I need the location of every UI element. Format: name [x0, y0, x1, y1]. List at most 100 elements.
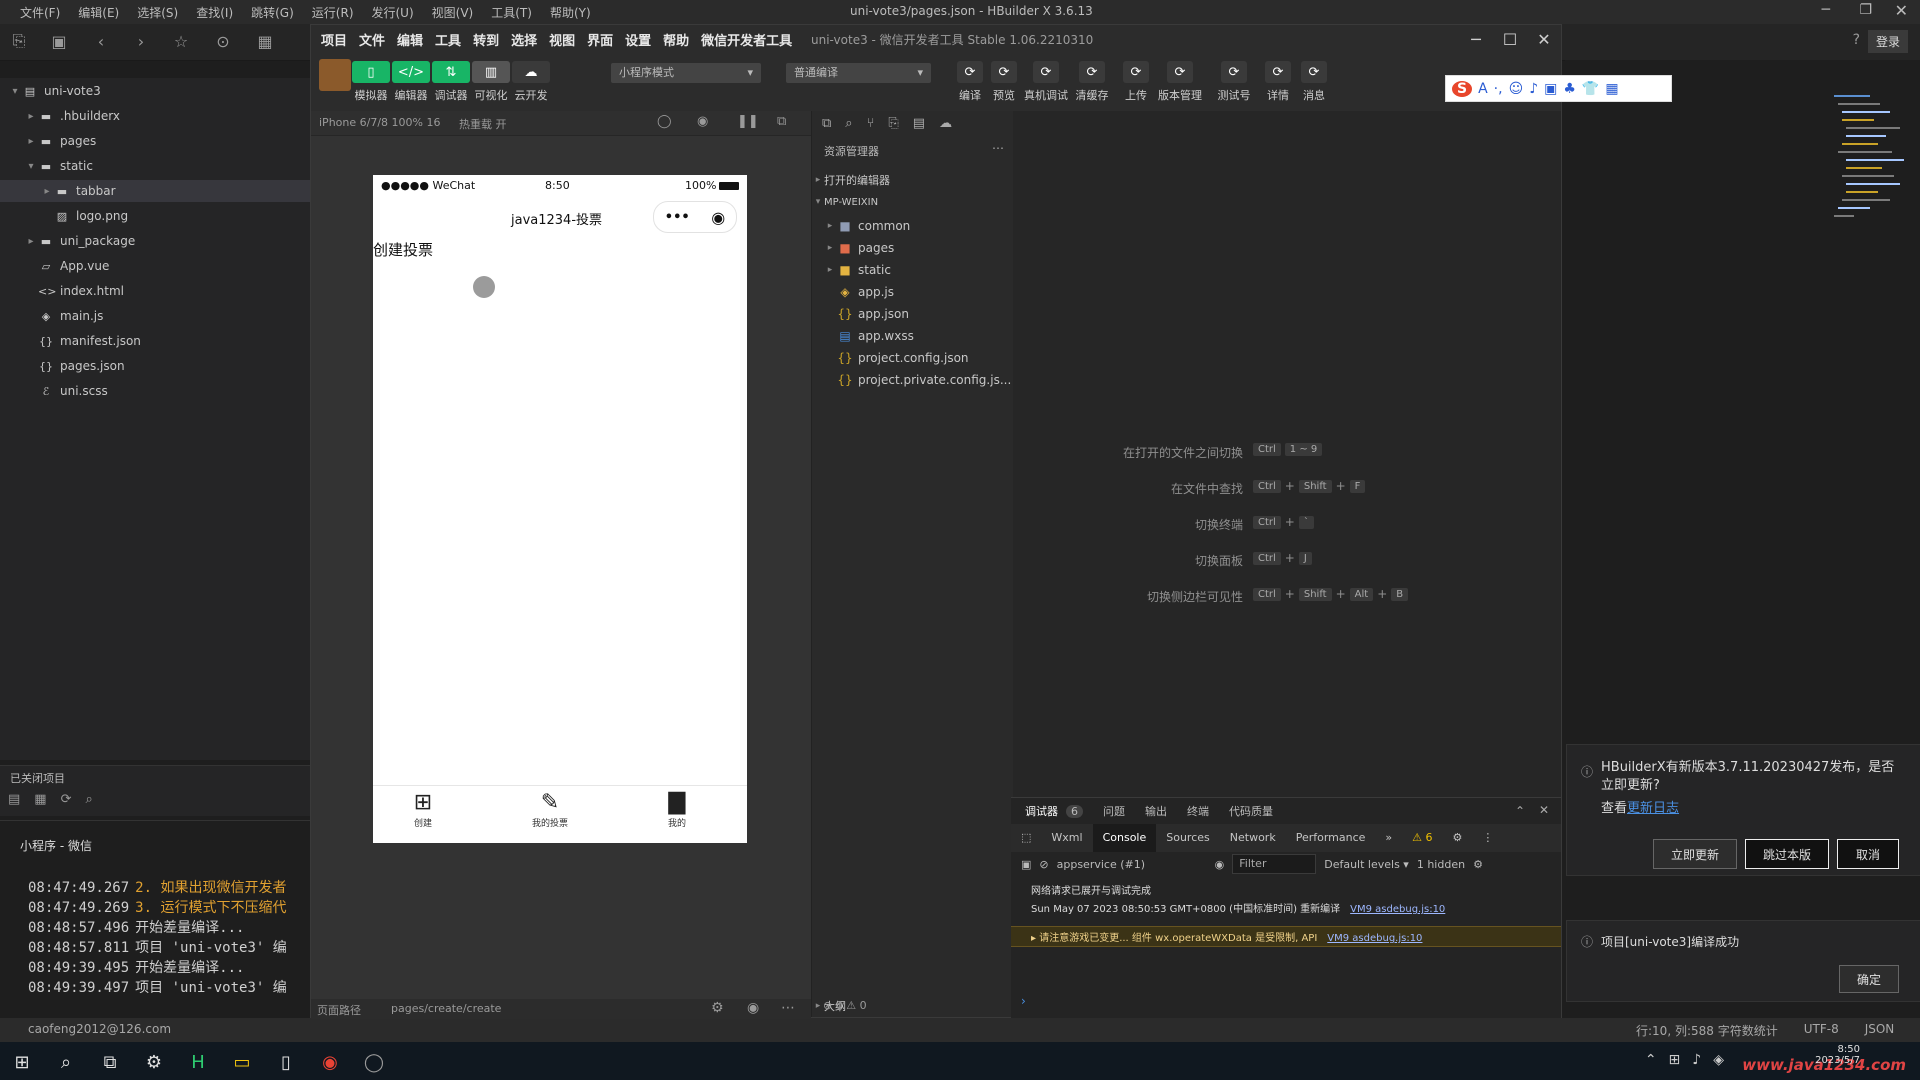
settings-icon[interactable]: ⚙	[1443, 824, 1473, 852]
update-now-button[interactable]: 立即更新	[1653, 839, 1737, 869]
chrome-icon[interactable]: ◉	[316, 1048, 344, 1076]
toolbar-action[interactable]: ⟳ 清缓存	[1069, 61, 1115, 103]
tree-item[interactable]: ▸ ▬ .hbuilderx	[0, 105, 310, 127]
toolbar-button-1[interactable]: </> 编辑器	[391, 61, 431, 103]
more-icon[interactable]: ⋯	[992, 141, 1004, 155]
run-icon[interactable]: ⊙	[212, 30, 234, 52]
ok-button[interactable]: 确定	[1839, 965, 1899, 993]
ime-icon[interactable]: ▣	[1544, 81, 1557, 97]
menu-item[interactable]: 发行(U)	[372, 4, 414, 21]
toolbar-action[interactable]: ⟳ 消息	[1291, 61, 1337, 103]
ime-icon[interactable]: 👕	[1582, 81, 1599, 97]
ime-icon[interactable]: A	[1478, 81, 1488, 97]
preview-icon[interactable]: ▦	[254, 30, 276, 52]
toolbar-action[interactable]: ⟳ 版本管理	[1157, 61, 1203, 103]
help-icon[interactable]: ?	[1853, 32, 1860, 48]
compile-select[interactable]: 普通编译 ▾	[786, 63, 931, 83]
eye-icon[interactable]: ◉	[1215, 858, 1225, 871]
clear-icon[interactable]: ⊘	[1039, 858, 1048, 871]
file-item[interactable]: ◈ app.js	[812, 281, 1014, 303]
menu-item[interactable]: 编辑	[397, 30, 423, 49]
debugger-tab[interactable]: 终端	[1187, 803, 1209, 819]
search-icon[interactable]: ⌕	[86, 792, 93, 807]
more-icon[interactable]: •••	[665, 210, 690, 225]
tree-item[interactable]: ▸ ▬ tabbar	[0, 180, 310, 202]
filter-input[interactable]: Filter	[1232, 854, 1317, 874]
tree-item[interactable]: <> index.html	[0, 280, 310, 302]
console-prompt[interactable]: ›	[1021, 994, 1026, 1008]
menu-item[interactable]: 微信开发者工具	[701, 30, 792, 49]
page-path[interactable]: pages/create/create	[391, 1002, 501, 1015]
menu-item[interactable]: 视图	[549, 30, 575, 49]
devtools-tab[interactable]: Console	[1092, 824, 1157, 852]
more-icon[interactable]: ⋮	[1472, 824, 1503, 852]
hbuilder-icon[interactable]: H	[184, 1048, 212, 1076]
maximize-icon[interactable]: ❐	[1859, 2, 1872, 18]
debugger-tab[interactable]: 输出	[1145, 803, 1167, 819]
hotreload-toggle[interactable]: 热重载 开	[459, 116, 507, 132]
sidebar-toggle-icon[interactable]: ▣	[1021, 858, 1031, 871]
menu-item[interactable]: 视图(V)	[432, 4, 474, 21]
toolbar-button-2[interactable]: ⇅ 调试器	[431, 61, 471, 103]
wechat-devtools-icon[interactable]: ◯	[360, 1048, 388, 1076]
debugger-tab[interactable]: 问题	[1103, 803, 1125, 819]
more-icon[interactable]: ⋯	[781, 1000, 795, 1016]
windows-icon[interactable]: ⊞	[8, 1048, 36, 1076]
menu-item[interactable]: 查找(I)	[196, 4, 233, 21]
app-icon[interactable]: ⚙	[140, 1048, 168, 1076]
inspect-icon[interactable]: ⬚	[1011, 824, 1041, 852]
file-item[interactable]: {} project.private.config.js...	[812, 369, 1014, 391]
tab-0[interactable]: ⊞ 创建	[363, 790, 483, 829]
search-icon[interactable]: ⌕	[845, 116, 852, 131]
devtools-tab[interactable]: Network	[1220, 824, 1286, 852]
pause-icon[interactable]: ❚❚	[737, 114, 759, 129]
file-item[interactable]: ▤ app.wxss	[812, 325, 1014, 347]
tree-item[interactable]: ▱ App.vue	[0, 255, 310, 277]
refresh-icon[interactable]: ⟳	[61, 792, 72, 807]
account-label[interactable]: caofeng2012@126.com	[28, 1022, 171, 1036]
devtools-tab[interactable]: Sources	[1156, 824, 1220, 852]
source-link[interactable]: VM9 asdebug.js:10	[1350, 904, 1445, 915]
chevron-icon[interactable]: ▸	[40, 186, 54, 197]
login-button[interactable]: 登录	[1867, 30, 1908, 53]
minimize-icon[interactable]: ─	[1822, 2, 1830, 18]
avatar[interactable]	[319, 59, 351, 91]
tree-item[interactable]: {} pages.json	[0, 355, 310, 377]
eye-icon[interactable]: ◉	[747, 1000, 759, 1016]
status-item[interactable]: UTF-8	[1804, 1022, 1839, 1039]
mode-select[interactable]: 小程序模式 ▾	[611, 63, 761, 83]
minimize-icon[interactable]: ─	[1461, 27, 1491, 51]
menu-item[interactable]: 界面	[587, 30, 613, 49]
settings-icon[interactable]: ⚙	[711, 1000, 724, 1016]
ime-icon[interactable]: ♣	[1563, 81, 1576, 97]
toolbar-action[interactable]: ⟳ 测试号	[1211, 61, 1257, 103]
tree-item[interactable]: ▸ ▬ uni_package	[0, 230, 310, 252]
popout-icon[interactable]: ⧉	[777, 114, 786, 129]
toolbar-button-4[interactable]: ☁ 云开发	[511, 61, 551, 103]
devtools-tab[interactable]: »	[1375, 824, 1402, 852]
file-item[interactable]: ▸ ■ common	[812, 215, 1014, 237]
close-icon[interactable]: ✕	[1539, 803, 1549, 817]
menu-item[interactable]: 设置	[625, 30, 651, 49]
grid-icon[interactable]: ▦	[34, 792, 46, 807]
menu-item[interactable]: 工具	[435, 30, 461, 49]
files-icon[interactable]: ⧉	[822, 116, 831, 131]
changelog-link[interactable]: 更新日志	[1627, 801, 1679, 816]
debug-icon[interactable]: ⎘	[888, 116, 898, 131]
menu-item[interactable]: 文件(F)	[20, 4, 60, 21]
debugger-tab[interactable]: 调试器	[1025, 803, 1058, 819]
file-item[interactable]: {} app.json	[812, 303, 1014, 325]
file-item[interactable]: ▸ ■ pages	[812, 237, 1014, 259]
device-select[interactable]: iPhone 6/7/8 100% 16	[319, 116, 440, 129]
levels-select[interactable]: Default levels ▾	[1324, 858, 1409, 871]
cloud-icon[interactable]: ☁	[939, 116, 952, 131]
close-icon[interactable]: ✕	[1529, 27, 1559, 51]
ime-icon[interactable]: ▦	[1605, 81, 1618, 97]
ime-icon[interactable]: ♪	[1529, 81, 1538, 97]
chevron-icon[interactable]: ▸	[24, 236, 38, 247]
save-icon[interactable]: ▣	[48, 30, 70, 52]
menu-item[interactable]: 选择(S)	[137, 4, 178, 21]
tree-item[interactable]: ▾ ▬ static	[0, 155, 310, 177]
star-icon[interactable]: ☆	[170, 30, 192, 52]
rotate-icon[interactable]: ◯	[657, 114, 672, 129]
